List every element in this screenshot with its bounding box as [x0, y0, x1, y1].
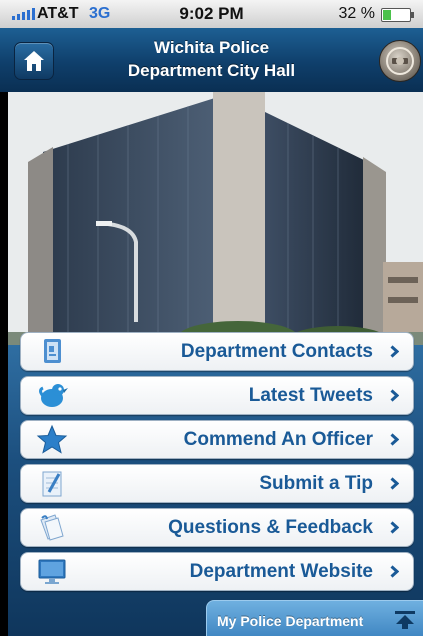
menu-item-commend-an-officer[interactable]: Commend An Officer: [20, 420, 414, 459]
chevron-right-icon: [390, 521, 399, 534]
expand-up-icon: [395, 611, 415, 629]
screen-bezel: [0, 92, 8, 636]
menu-item-questions-feedback[interactable]: Questions & Feedback: [20, 508, 414, 547]
police-badge-icon: [386, 47, 414, 75]
chevron-right-icon: [390, 345, 399, 358]
battery-icon: [381, 8, 414, 22]
menu-item-label: Latest Tweets: [248, 385, 373, 406]
tab-label: My Police Department: [217, 613, 364, 629]
building-illustration: [8, 92, 423, 362]
menu-item-label: Commend An Officer: [183, 429, 373, 450]
status-bar: AT&T 3G 9:02 PM 32 %: [0, 0, 423, 28]
contacts-book-icon: [44, 339, 61, 363]
star-icon: [36, 424, 68, 454]
battery-percent: 32 %: [338, 5, 375, 22]
title-line-2: Department City Hall: [127, 61, 296, 80]
main-menu: Department Contacts Latest Tweets Commen…: [20, 332, 414, 596]
chevron-right-icon: [390, 433, 399, 446]
home-icon: [24, 51, 44, 71]
twitter-bird-icon: [39, 384, 68, 407]
chevron-right-icon: [390, 477, 399, 490]
navigation-bar: Wichita Police Department City Hall: [0, 28, 423, 93]
chevron-right-icon: [390, 565, 399, 578]
menu-item-label: Department Contacts: [180, 341, 373, 362]
menu-item-label: Questions & Feedback: [168, 517, 373, 538]
page-title: Wichita Police Department City Hall: [80, 36, 343, 82]
menu-item-department-contacts[interactable]: Department Contacts: [20, 332, 414, 371]
menu-item-submit-a-tip[interactable]: Submit a Tip: [20, 464, 414, 503]
my-police-department-tab[interactable]: My Police Department: [206, 600, 423, 636]
app-screen: AT&T 3G 9:02 PM 32 % Wichita Police Depa…: [0, 0, 423, 636]
city-hall-photo: [8, 92, 423, 362]
monitor-icon: [38, 559, 66, 584]
menu-item-label: Department Website: [189, 561, 373, 582]
home-button[interactable]: [14, 42, 54, 80]
notes-icon: [40, 514, 64, 541]
menu-item-label: Submit a Tip: [259, 473, 373, 494]
menu-item-latest-tweets[interactable]: Latest Tweets: [20, 376, 414, 415]
title-line-1: Wichita Police: [153, 38, 270, 57]
menu-item-department-website[interactable]: Department Website: [20, 552, 414, 591]
police-badge-button[interactable]: [379, 40, 421, 82]
chevron-right-icon: [390, 389, 399, 402]
pencil-note-icon: [42, 471, 62, 497]
